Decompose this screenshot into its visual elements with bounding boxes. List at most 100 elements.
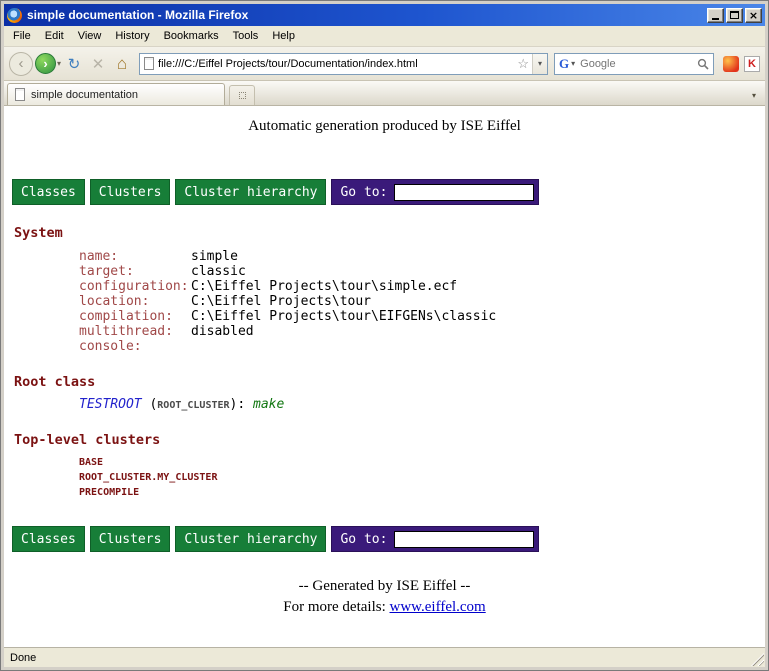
menu-tools[interactable]: Tools <box>226 27 266 45</box>
doc-navbar-top: Classes Clusters Cluster hierarchy Go to… <box>12 179 765 205</box>
property-value: C:\Eiffel Projects\tour\simple.ecf <box>191 279 457 294</box>
root-class-heading: Root class <box>14 374 765 390</box>
doc-header: Automatic generation produced by ISE Eif… <box>4 106 765 135</box>
property-key: console: <box>79 339 191 354</box>
close-button[interactable]: × <box>745 8 762 23</box>
document-content: Automatic generation produced by ISE Eif… <box>4 106 765 647</box>
stop-button[interactable]: ✕ <box>87 52 109 76</box>
property-key: name: <box>79 249 191 264</box>
menubar: File Edit View History Bookmarks Tools H… <box>4 26 765 47</box>
property-key: target: <box>79 264 191 279</box>
goto-input[interactable] <box>394 531 534 548</box>
back-icon: ‹ <box>19 55 24 72</box>
table-row: location:C:\Eiffel Projects\tour <box>79 294 765 309</box>
tab-simple-documentation[interactable]: simple documentation <box>7 83 225 105</box>
addon-icon-orange[interactable] <box>723 56 739 72</box>
tab-label: simple documentation <box>31 89 138 101</box>
history-dropdown-icon[interactable]: ▾ <box>57 59 61 68</box>
table-row: target:classic <box>79 264 765 279</box>
clusters-button[interactable]: Clusters <box>90 179 171 205</box>
menu-history[interactable]: History <box>108 27 156 45</box>
generated-by-text: -- Generated by ISE Eiffel -- <box>4 578 765 595</box>
classes-button[interactable]: Classes <box>12 526 85 552</box>
resize-grip[interactable] <box>751 653 764 666</box>
root-class-link[interactable]: TESTROOT <box>79 397 142 412</box>
home-button[interactable]: ⌂ <box>111 52 133 76</box>
system-properties: name:simple target:classic configuration… <box>79 249 765 354</box>
goto-input[interactable] <box>394 184 534 201</box>
separator: ): <box>230 397 253 412</box>
classes-button[interactable]: Classes <box>12 179 85 205</box>
property-value: C:\Eiffel Projects\tour <box>191 294 371 309</box>
search-engine-dropdown-icon[interactable]: ▾ <box>571 59 575 68</box>
doc-footer: -- Generated by ISE Eiffel -- For more d… <box>4 578 765 616</box>
new-tab-button[interactable] <box>229 85 255 105</box>
menu-view[interactable]: View <box>71 27 109 45</box>
new-tab-icon <box>239 92 246 99</box>
browser-window: simple documentation - Mozilla Firefox ×… <box>0 0 769 671</box>
property-key: multithread: <box>79 324 191 339</box>
goto-label: Go to: <box>340 532 387 547</box>
more-details-text: For more details: <box>283 599 389 615</box>
nav-toolbar: ‹ › ▾ ↻ ✕ ⌂ ☆ ▾ G ▾ K <box>4 47 765 81</box>
close-icon: × <box>749 10 758 21</box>
cluster-link[interactable]: BASE <box>79 455 765 470</box>
system-heading: System <box>14 225 765 241</box>
eiffel-link[interactable]: www.eiffel.com <box>390 599 486 615</box>
search-magnifier-icon[interactable] <box>697 58 709 70</box>
goto-label: Go to: <box>340 185 387 200</box>
property-key: location: <box>79 294 191 309</box>
goto-group: Go to: <box>331 526 539 552</box>
menu-help[interactable]: Help <box>265 27 302 45</box>
url-dropdown-button[interactable]: ▾ <box>532 54 547 74</box>
property-value: classic <box>191 264 246 279</box>
status-bar: Done <box>4 647 765 667</box>
menu-file[interactable]: File <box>6 27 38 45</box>
url-bar[interactable]: ☆ ▾ <box>139 53 548 75</box>
menu-edit[interactable]: Edit <box>38 27 71 45</box>
cluster-link[interactable]: ROOT_CLUSTER.MY_CLUSTER <box>79 470 765 485</box>
maximize-button[interactable] <box>726 8 743 23</box>
tab-bar: simple documentation ▾ <box>4 81 765 106</box>
status-text: Done <box>10 652 36 664</box>
forward-button[interactable]: › <box>35 53 56 74</box>
property-key: configuration: <box>79 279 191 294</box>
separator: ( <box>142 397 158 412</box>
firefox-icon <box>7 8 22 23</box>
menu-bookmarks[interactable]: Bookmarks <box>157 27 226 45</box>
root-feature-link[interactable]: make <box>253 397 284 412</box>
addon-icon-k[interactable]: K <box>744 56 760 72</box>
tab-favicon <box>15 88 25 101</box>
search-input[interactable] <box>578 57 697 71</box>
table-row: multithread:disabled <box>79 324 765 339</box>
window-controls: × <box>705 8 762 23</box>
cluster-hierarchy-button[interactable]: Cluster hierarchy <box>175 526 326 552</box>
search-box[interactable]: G ▾ <box>554 53 714 75</box>
root-class-line: TESTROOT (ROOT_CLUSTER): make <box>79 397 765 412</box>
cluster-list: BASE ROOT_CLUSTER.MY_CLUSTER PRECOMPILE <box>79 455 765 500</box>
cluster-link[interactable]: PRECOMPILE <box>79 485 765 500</box>
url-input[interactable] <box>154 58 514 70</box>
forward-group: › ▾ <box>35 53 61 74</box>
table-row: name:simple <box>79 249 765 264</box>
tab-list-dropdown[interactable]: ▾ <box>746 85 762 105</box>
doc-navbar-bottom: Classes Clusters Cluster hierarchy Go to… <box>12 526 765 552</box>
clusters-button[interactable]: Clusters <box>90 526 171 552</box>
top-level-clusters-heading: Top-level clusters <box>14 432 765 448</box>
minimize-icon <box>712 18 719 20</box>
bookmark-star-icon[interactable]: ☆ <box>514 56 532 72</box>
back-button[interactable]: ‹ <box>9 52 33 76</box>
minimize-button[interactable] <box>707 8 724 23</box>
root-cluster-ref[interactable]: ROOT_CLUSTER <box>157 400 229 411</box>
google-logo-icon: G <box>559 56 569 72</box>
table-row: configuration:C:\Eiffel Projects\tour\si… <box>79 279 765 294</box>
cluster-hierarchy-button[interactable]: Cluster hierarchy <box>175 179 326 205</box>
property-value: C:\Eiffel Projects\tour\EIFGENs\classic <box>191 309 496 324</box>
property-value: disabled <box>191 324 254 339</box>
property-key: compilation: <box>79 309 191 324</box>
page-icon <box>144 57 154 70</box>
titlebar[interactable]: simple documentation - Mozilla Firefox × <box>4 4 765 26</box>
table-row: compilation:C:\Eiffel Projects\tour\EIFG… <box>79 309 765 324</box>
refresh-button[interactable]: ↻ <box>63 52 85 76</box>
window-title: simple documentation - Mozilla Firefox <box>27 8 705 22</box>
